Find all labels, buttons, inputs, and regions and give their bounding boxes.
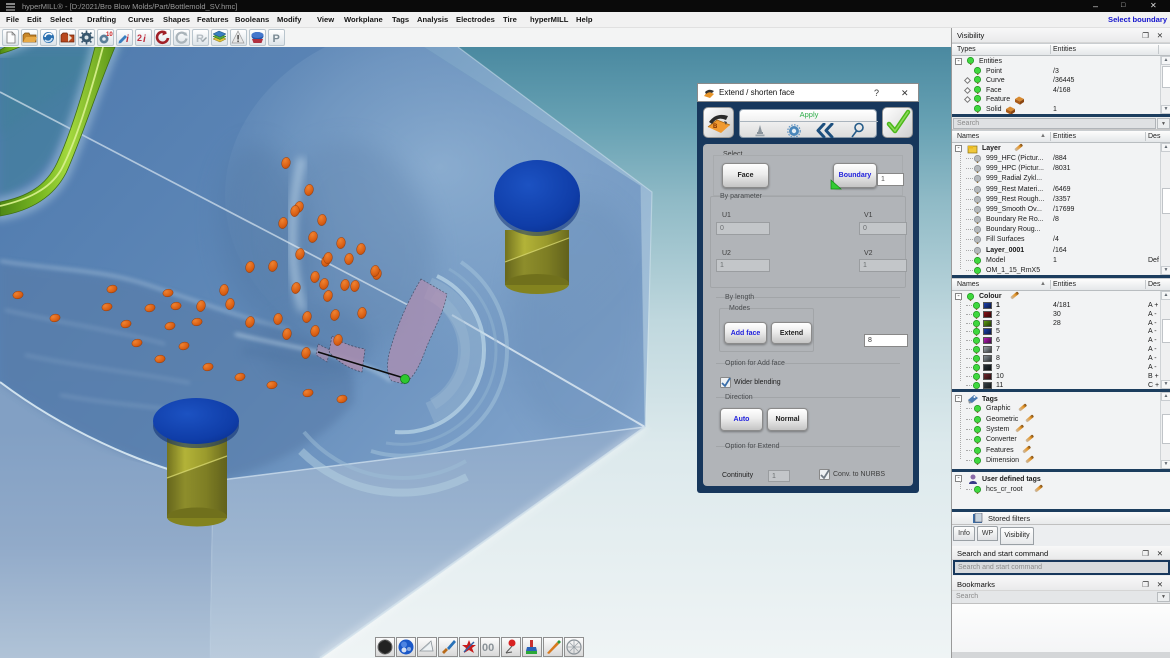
svg-text:P: P <box>273 33 280 45</box>
svg-text:2: 2 <box>137 33 142 43</box>
svg-text:10: 10 <box>106 32 113 38</box>
svg-text:i: i <box>143 34 146 45</box>
svg-text:00: 00 <box>482 642 494 654</box>
svg-text:i: i <box>126 34 129 45</box>
svg-text:B: B <box>713 124 718 130</box>
svg-text:R: R <box>196 33 204 45</box>
